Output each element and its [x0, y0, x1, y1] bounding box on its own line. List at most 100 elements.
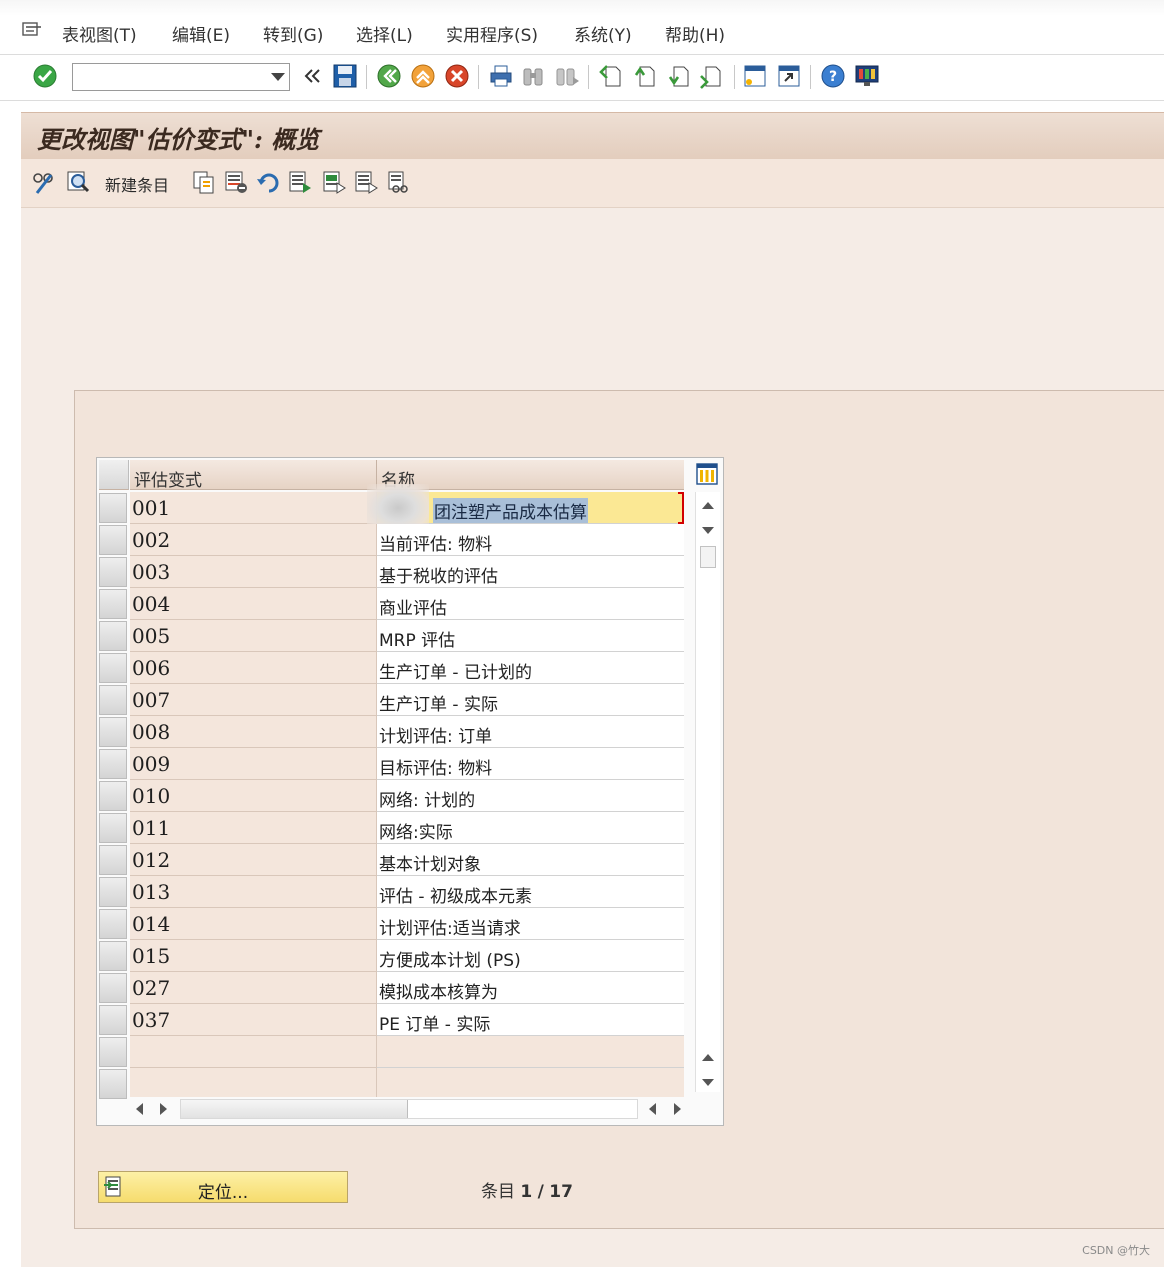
menu-help[interactable]: 帮助(H) [665, 21, 725, 46]
name-input[interactable]: MRP 评估 [377, 620, 684, 652]
row-selector[interactable] [99, 1005, 127, 1035]
deselect-all-icon[interactable] [353, 169, 379, 195]
display-change-glasses-icon[interactable] [65, 169, 91, 195]
name-input[interactable]: 基于税收的评估 [377, 556, 684, 588]
row-selector[interactable] [99, 813, 127, 843]
menu-table-view[interactable]: 表视图(T) [62, 21, 137, 46]
cancel-icon[interactable] [444, 63, 470, 89]
table-row [99, 1068, 684, 1100]
help-icon[interactable]: ? [820, 63, 846, 89]
row-selector[interactable] [99, 909, 127, 939]
name-input[interactable]: 计划评估: 订单 [377, 716, 684, 748]
row-selector[interactable] [99, 493, 127, 523]
layout-menu-icon[interactable] [854, 63, 880, 89]
row-selector[interactable] [99, 685, 127, 715]
name-input[interactable] [377, 1036, 684, 1068]
row-selector[interactable] [99, 1037, 127, 1067]
row-selector[interactable] [99, 781, 127, 811]
shortcut-icon[interactable] [776, 63, 802, 89]
column-header-valuation-variant[interactable]: 评估变式 [130, 460, 377, 491]
table-control: 评估变式 名称 001 团注塑产品成本估算 002 当前评估: 物料 003 基于税收的评… [96, 457, 724, 1126]
scroll-right-icon[interactable] [668, 1101, 686, 1117]
name-input[interactable]: 网络:实际 [377, 812, 684, 844]
row-selector[interactable] [99, 749, 127, 779]
exit-icon[interactable] [410, 63, 436, 89]
row-selector[interactable] [99, 1069, 127, 1099]
menu-system[interactable]: 系统(Y) [574, 21, 632, 46]
row-selector[interactable] [99, 845, 127, 875]
last-page-icon[interactable] [698, 63, 724, 89]
find-icon[interactable] [520, 63, 546, 89]
column-configuration-icon[interactable] [695, 461, 719, 487]
name-input[interactable]: 评估 - 初级成本元素 [377, 876, 684, 908]
display-change-icon[interactable] [31, 169, 57, 195]
row-selector[interactable] [99, 877, 127, 907]
vertical-scrollbar[interactable] [695, 492, 720, 1092]
page-up-icon[interactable] [700, 1050, 716, 1066]
name-input[interactable]: 当前评估: 物料 [377, 524, 684, 556]
print-field-list-icon[interactable] [385, 169, 411, 195]
horizontal-scrollbar[interactable] [130, 1097, 696, 1121]
command-field[interactable] [72, 63, 290, 91]
new-entries-button[interactable]: 新建条目 [105, 172, 169, 196]
scroll-down-icon[interactable] [700, 522, 716, 538]
undo-icon[interactable] [255, 169, 281, 195]
menu-edit[interactable]: 编辑(E) [172, 21, 230, 46]
row-selector[interactable] [99, 557, 127, 587]
name-input[interactable]: 生产订单 - 实际 [377, 684, 684, 716]
menu-utilities[interactable]: 实用程序(S) [446, 21, 538, 46]
name-input[interactable]: 网络: 计划的 [377, 780, 684, 812]
scroll-right-icon[interactable] [154, 1101, 172, 1117]
scroll-up-icon[interactable] [700, 498, 716, 514]
page-down-icon[interactable] [700, 1074, 716, 1090]
new-session-icon[interactable] [742, 63, 768, 89]
back-icon[interactable] [376, 63, 402, 89]
table-row: 004 商业评估 [99, 588, 684, 620]
print-icon[interactable] [488, 63, 514, 89]
focus-marker [678, 492, 684, 524]
scrollbar-thumb[interactable] [700, 546, 716, 568]
row-selector[interactable] [99, 589, 127, 619]
save-icon[interactable] [332, 63, 358, 89]
name-input-focused[interactable]: 团注塑产品成本估算 [367, 484, 684, 532]
enter-check-icon[interactable] [32, 63, 58, 89]
delete-icon[interactable] [223, 169, 249, 195]
menu-goto[interactable]: 转到(G) [263, 21, 323, 46]
row-selector[interactable] [99, 621, 127, 651]
find-next-icon[interactable] [554, 63, 580, 89]
copy-as-icon[interactable] [191, 169, 217, 195]
name-input[interactable]: 模拟成本核算为 [377, 972, 684, 1004]
name-input[interactable]: 方便成本计划 (PS) [377, 940, 684, 972]
row-selector[interactable] [99, 717, 127, 747]
scroll-left-icon[interactable] [130, 1101, 148, 1117]
select-block-icon[interactable] [321, 169, 347, 195]
row-selector[interactable] [99, 525, 127, 555]
next-page-icon[interactable] [666, 63, 692, 89]
name-input[interactable]: 目标评估: 物料 [377, 748, 684, 780]
valuation-variant-cell: 013 [130, 876, 377, 908]
select-all-rows-header[interactable] [99, 460, 129, 490]
previous-page-icon[interactable] [632, 63, 658, 89]
name-input[interactable]: 商业评估 [377, 588, 684, 620]
name-input[interactable] [377, 1068, 684, 1100]
row-selector[interactable] [99, 941, 127, 971]
row-selector[interactable] [99, 973, 127, 1003]
horizontal-scroll-thumb[interactable] [181, 1100, 408, 1118]
valuation-variant-cell [130, 1036, 377, 1068]
select-all-icon[interactable] [287, 169, 313, 195]
name-input[interactable]: 生产订单 - 已计划的 [377, 652, 684, 684]
menu-selection[interactable]: 选择(L) [356, 21, 413, 46]
name-input[interactable]: 基本计划对象 [377, 844, 684, 876]
first-page-icon[interactable] [598, 63, 624, 89]
menu-icon[interactable] [22, 22, 42, 38]
position-button[interactable]: 定位... [98, 1171, 348, 1203]
horizontal-scroll-track[interactable] [180, 1099, 638, 1119]
chevron-down-icon[interactable] [271, 73, 285, 81]
name-input[interactable]: PE 订单 - 实际 [377, 1004, 684, 1036]
row-selector[interactable] [99, 653, 127, 683]
name-input[interactable]: 计划评估:适当请求 [377, 908, 684, 940]
scroll-left-icon[interactable] [643, 1101, 661, 1117]
collapse-icon[interactable] [300, 63, 322, 89]
command-input[interactable] [77, 65, 271, 91]
valuation-variant-cell: 010 [130, 780, 377, 812]
